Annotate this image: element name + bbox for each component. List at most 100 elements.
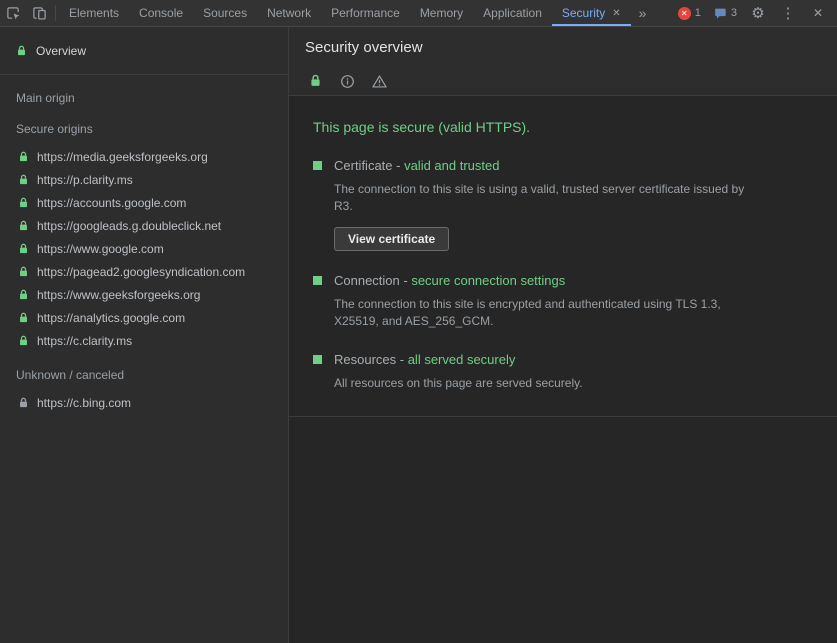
issues-badge[interactable]: 3 xyxy=(713,6,737,20)
origin-item[interactable]: https://pagead2.googlesyndication.com xyxy=(0,260,288,283)
lock-icon xyxy=(16,45,27,57)
tab-elements[interactable]: Elements xyxy=(59,0,129,26)
devtools-window: Elements Console Sources Network Performance… xyxy=(0,0,837,643)
main-content: This page is secure (valid HTTPS). Certi… xyxy=(289,96,837,643)
section-body: The connection to this site is encrypted… xyxy=(334,296,746,330)
origin-group-label: Main origin xyxy=(0,91,288,106)
origin-groups: Main origin Secure origins https://media.g… xyxy=(0,91,288,414)
tab-console[interactable]: Console xyxy=(129,0,193,26)
lock-icon xyxy=(18,151,29,163)
origin-group-label: Unknown / canceled xyxy=(0,368,288,383)
tab-label: Elements xyxy=(69,6,119,20)
section-title-row: Certificate - valid and trusted xyxy=(313,158,813,173)
origin-url: https://accounts.google.com xyxy=(37,196,186,210)
overflow-menu-icon[interactable]: ⋮ xyxy=(779,0,797,26)
origin-url: https://media.geeksforgeeks.org xyxy=(37,150,208,164)
origin-item[interactable]: https://googleads.g.doubleclick.net xyxy=(0,214,288,237)
origin-item[interactable]: https://c.clarity.ms xyxy=(0,329,288,352)
origin-item[interactable]: https://c.bing.com xyxy=(0,391,288,414)
secure-lock-tab[interactable] xyxy=(299,67,331,95)
device-toolbar-icon[interactable] xyxy=(26,0,52,26)
tab-sources[interactable]: Sources xyxy=(193,0,257,26)
toolbar-separator xyxy=(55,5,56,21)
tab-security[interactable]: Security ✕ xyxy=(552,0,631,26)
section-title-row: Connection - secure connection settings xyxy=(313,273,813,288)
issues-bubble-icon xyxy=(713,6,727,20)
close-tab-icon[interactable]: ✕ xyxy=(612,8,620,19)
inspect-element-icon[interactable] xyxy=(0,0,26,26)
lock-icon xyxy=(18,312,29,324)
origin-item[interactable]: https://analytics.google.com xyxy=(0,306,288,329)
tab-label: Console xyxy=(139,6,183,20)
origin-url: https://www.google.com xyxy=(37,242,164,256)
sidebar-item-overview[interactable]: Overview xyxy=(0,27,288,75)
page-title: Security overview xyxy=(305,39,837,57)
error-icon: ✕ xyxy=(678,7,691,20)
settings-gear-icon[interactable]: ⚙ xyxy=(749,0,767,26)
lock-icon xyxy=(18,197,29,209)
section-connection: Connection - secure connection settings T… xyxy=(313,273,813,330)
origin-item[interactable]: https://www.geeksforgeeks.org xyxy=(0,283,288,306)
security-panel: Overview Main origin Secure origins https:… xyxy=(0,27,837,643)
tab-performance[interactable]: Performance xyxy=(321,0,410,26)
section-link[interactable]: secure connection settings xyxy=(411,273,565,288)
origin-url: https://pagead2.googlesyndication.com xyxy=(37,265,245,279)
secure-bullet-icon xyxy=(313,355,322,364)
origin-item[interactable]: https://p.clarity.ms xyxy=(0,168,288,191)
tab-network[interactable]: Network xyxy=(257,0,321,26)
section-body: The connection to this site is using a v… xyxy=(334,181,746,215)
error-badge[interactable]: ✕ 1 xyxy=(678,7,701,20)
main-header: Security overview xyxy=(289,27,837,96)
origin-url: https://c.clarity.ms xyxy=(37,334,132,348)
lock-icon xyxy=(18,243,29,255)
origin-url: https://p.clarity.ms xyxy=(37,173,133,187)
view-certificate-button[interactable]: View certificate xyxy=(334,227,449,251)
origin-url: https://www.geeksforgeeks.org xyxy=(37,288,200,302)
section-title-row: Resources - all served securely xyxy=(313,352,813,367)
tab-label: Application xyxy=(483,6,542,20)
more-tabs-button[interactable]: » xyxy=(631,0,655,26)
origin-url: https://c.bing.com xyxy=(37,396,131,410)
tab-memory[interactable]: Memory xyxy=(410,0,473,26)
tab-application[interactable]: Application xyxy=(473,0,552,26)
warning-tab[interactable] xyxy=(363,67,395,95)
section-certificate: Certificate - valid and trusted The conne… xyxy=(313,158,813,251)
origin-item[interactable]: https://www.google.com xyxy=(0,237,288,260)
tab-label: Sources xyxy=(203,6,247,20)
lock-icon xyxy=(18,335,29,347)
origin-item[interactable]: https://accounts.google.com xyxy=(0,191,288,214)
lock-icon xyxy=(18,397,29,409)
tab-label: Performance xyxy=(331,6,400,20)
issues-count: 3 xyxy=(731,7,737,19)
section-link[interactable]: all served securely xyxy=(408,352,516,367)
lock-icon xyxy=(18,289,29,301)
tab-label: Network xyxy=(267,6,311,20)
security-status: This page is secure (valid HTTPS). xyxy=(313,119,813,136)
security-main: Security overview xyxy=(289,27,837,643)
security-sections: Certificate - valid and trusted The conne… xyxy=(313,158,813,392)
devtools-tab-strip: Elements Console Sources Network Performance… xyxy=(59,0,631,26)
section-body: All resources on this page are served se… xyxy=(334,375,746,392)
origin-item[interactable]: https://media.geeksforgeeks.org xyxy=(0,145,288,168)
section-resources: Resources - all served securely All resou… xyxy=(313,352,813,392)
overview-label: Overview xyxy=(36,44,86,58)
secure-block: This page is secure (valid HTTPS). Certi… xyxy=(289,119,837,417)
origin-url: https://googleads.g.doubleclick.net xyxy=(37,219,221,233)
origin-group-label: Secure origins xyxy=(0,122,288,137)
tab-label: Security xyxy=(562,6,605,20)
devtools-toolbar: Elements Console Sources Network Performance… xyxy=(0,0,837,27)
info-tab[interactable] xyxy=(331,67,363,95)
close-devtools-icon[interactable]: ✕ xyxy=(809,0,827,26)
lock-icon xyxy=(18,220,29,232)
secure-bullet-icon xyxy=(313,276,322,285)
section-link[interactable]: valid and trusted xyxy=(404,158,499,173)
lock-icon xyxy=(18,174,29,186)
section-title: Certificate - valid and trusted xyxy=(334,158,499,173)
tab-label: Memory xyxy=(420,6,463,20)
toolbar-right-group: ✕ 1 3 ⚙ ⋮ ✕ xyxy=(678,0,837,26)
selected-tab-notch xyxy=(308,96,321,102)
section-title: Connection - secure connection settings xyxy=(334,273,565,288)
origin-url: https://analytics.google.com xyxy=(37,311,185,325)
section-title: Resources - all served securely xyxy=(334,352,515,367)
secure-bullet-icon xyxy=(313,161,322,170)
